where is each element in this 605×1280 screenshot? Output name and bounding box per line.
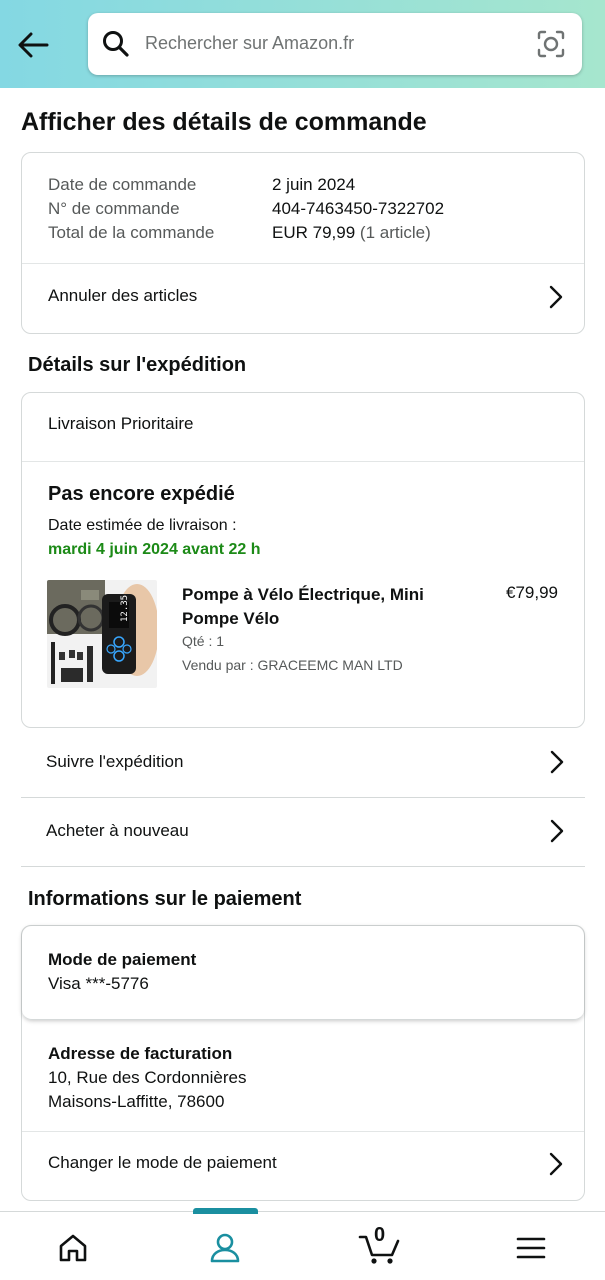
active-tab-indicator	[193, 1208, 258, 1214]
cart-icon[interactable]: 0	[357, 1224, 403, 1268]
camera-search-icon[interactable]	[536, 29, 566, 64]
search-icon	[102, 30, 130, 63]
chevron-right-icon	[548, 1151, 564, 1182]
track-shipment-row[interactable]: Suivre l'expédition	[21, 729, 585, 798]
billing-address-line2: Maisons-Laffitte, 78600	[48, 1092, 225, 1111]
cancel-items-label: Annuler des articles	[48, 286, 198, 305]
billing-address-line1: 10, Rue des Cordonnières	[48, 1068, 247, 1087]
product-title[interactable]: Pompe à Vélo Électrique, Mini Pompe Vélo	[182, 583, 462, 631]
product-image[interactable]: 12.35	[47, 580, 157, 688]
order-total-value: EUR 79,99 (1 article)	[272, 223, 431, 243]
eta-date: mardi 4 juin 2024 avant 22 h	[48, 541, 261, 558]
payment-method-title: Mode de paiement	[48, 950, 197, 969]
page-title: Afficher des détails de commande	[21, 108, 427, 136]
payment-section-title: Informations sur le paiement	[28, 888, 302, 910]
divider	[22, 461, 584, 462]
chevron-right-icon	[548, 284, 564, 315]
back-arrow-icon[interactable]	[14, 26, 52, 64]
search-input[interactable]: Rechercher sur Amazon.fr	[88, 13, 582, 75]
shipment-card: Livraison Prioritaire Pas encore expédié…	[21, 392, 585, 728]
order-total-label: Total de la commande	[48, 223, 215, 242]
payment-method-value: Visa ***-5776	[48, 974, 149, 993]
payment-method-box: Mode de paiement Visa ***-5776	[22, 926, 584, 1020]
order-total-count: (1 article)	[359, 223, 431, 242]
top-header: Rechercher sur Amazon.fr	[0, 0, 605, 88]
menu-icon[interactable]	[511, 1228, 551, 1268]
order-date-label: Date de commande	[48, 175, 197, 194]
product-quantity: Qté : 1	[182, 633, 225, 649]
order-number-value: 404-7463450-7322702	[272, 199, 445, 218]
order-total-amount: EUR 79,99	[272, 223, 356, 242]
order-summary-card: Date de commande 2 juin 2024 N° de comma…	[21, 152, 585, 334]
chevron-right-icon	[549, 818, 565, 849]
product-image-screen-text: 12.35	[120, 595, 130, 622]
account-icon[interactable]	[205, 1228, 245, 1268]
order-number-label: N° de commande	[48, 199, 180, 218]
cancel-items-row[interactable]: Annuler des articles	[22, 264, 584, 334]
buy-again-label: Acheter à nouveau	[46, 821, 189, 840]
shipping-section-title: Détails sur l'expédition	[28, 354, 247, 376]
home-icon[interactable]	[53, 1228, 93, 1268]
shipment-status: Pas encore expédié	[48, 483, 235, 505]
product-price: €79,99	[506, 583, 558, 602]
bottom-nav: 0	[0, 1208, 605, 1280]
cart-count-badge: 0	[374, 1224, 386, 1246]
chevron-right-icon	[549, 749, 565, 780]
track-shipment-label: Suivre l'expédition	[46, 752, 184, 771]
payment-card: Mode de paiement Visa ***-5776 Adresse d…	[21, 925, 585, 1201]
change-payment-row[interactable]: Changer le mode de paiement	[22, 1132, 584, 1200]
change-payment-label: Changer le mode de paiement	[48, 1153, 277, 1172]
search-placeholder: Rechercher sur Amazon.fr	[145, 33, 355, 53]
billing-address-title: Adresse de facturation	[48, 1044, 233, 1063]
order-date-value: 2 juin 2024	[272, 175, 356, 194]
buy-again-row[interactable]: Acheter à nouveau	[21, 798, 585, 867]
shipping-method: Livraison Prioritaire	[48, 414, 194, 433]
eta-label: Date estimée de livraison :	[48, 517, 237, 534]
product-seller: Vendu par : GRACEEMC MAN LTD	[182, 657, 403, 673]
